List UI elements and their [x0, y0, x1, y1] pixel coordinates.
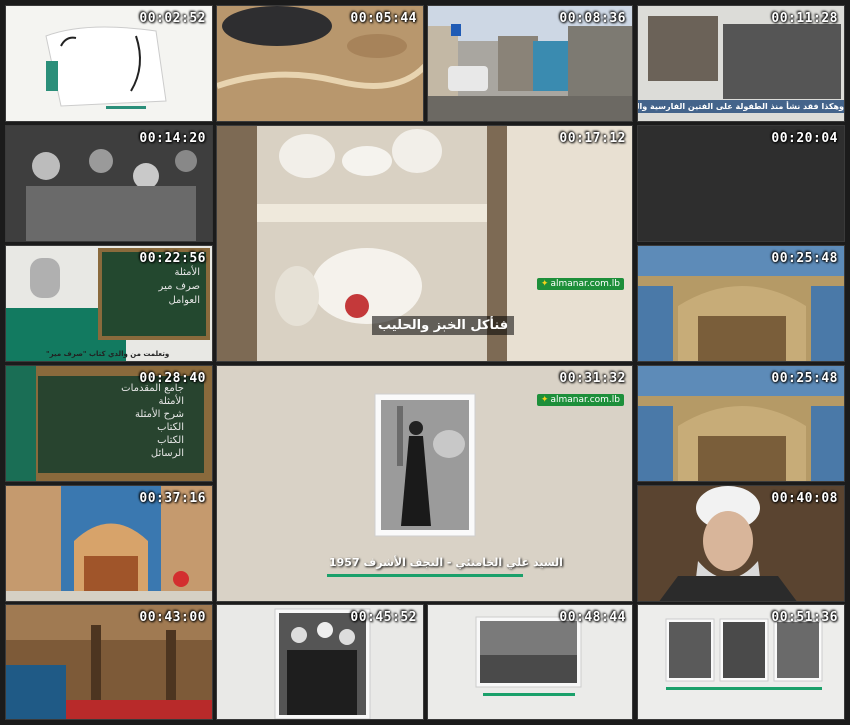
- thumbnail-5[interactable]: 00:14:20: [5, 125, 213, 242]
- timestamp: 00:05:44: [350, 11, 417, 26]
- chalkboard-line: الأمثلة: [158, 396, 184, 407]
- thumbnail-11[interactable]: ✦ almanar.com.lb السيد علي الخامنئي - الن…: [216, 365, 633, 602]
- microphone-icon: [30, 258, 60, 298]
- timestamp: 00:11:28: [771, 11, 838, 26]
- timestamp: 00:02:52: [139, 11, 206, 26]
- subtitle-caption: وتعلمت من والدي كتاب "صرف مير": [46, 350, 170, 358]
- green-cloth: [6, 366, 36, 481]
- thumbnail-3[interactable]: 00:08:36: [427, 5, 633, 122]
- thumbnail-14[interactable]: 00:40:08: [637, 485, 845, 602]
- channel-logo: ✦ almanar.com.lb: [536, 394, 624, 406]
- timestamp: 00:08:36: [559, 11, 626, 26]
- timestamp: 00:51:36: [771, 610, 838, 625]
- thumbnail-6[interactable]: ✦ almanar.com.lb فنأكل الخبز والحليب 00:1…: [216, 125, 633, 362]
- chalkboard-line: الأمثلة: [174, 267, 200, 278]
- timestamp: 00:45:52: [350, 610, 417, 625]
- timestamp: 00:48:44: [559, 610, 626, 625]
- chalkboard-line: شرح الأمثلة: [134, 409, 184, 420]
- chalkboard-line: الكتاب: [157, 435, 184, 446]
- channel-logo: ✦ almanar.com.lb: [536, 278, 624, 290]
- timestamp: 00:20:04: [771, 131, 838, 146]
- thumbnail-16[interactable]: 00:45:52: [216, 604, 424, 720]
- thumbnail-9[interactable]: 00:25:48: [637, 245, 845, 362]
- thumbnail-8[interactable]: الأمثلة صرف مير العوامل وتعلمت من والدي …: [5, 245, 213, 362]
- thumbnail-4[interactable]: وهكذا فقد نشأ منذ الطفولة على الفتين الف…: [637, 5, 845, 122]
- thumbnail-10[interactable]: جامع المقدمات الأمثلة شرح الأمثلة الكتاب…: [5, 365, 213, 482]
- timestamp: 00:37:16: [139, 491, 206, 506]
- thumbnail-7[interactable]: 00:20:04: [637, 125, 845, 242]
- thumbnail-1[interactable]: 00:02:52: [5, 5, 213, 122]
- chalkboard-line: الرسائل: [150, 448, 184, 459]
- archive-photo: [723, 24, 841, 99]
- thumbnail-17[interactable]: 00:48:44: [427, 604, 633, 720]
- subtitle-caption: وهكذا فقد نشأ منذ الطفولة على الفتين الف…: [637, 100, 844, 113]
- thumbnail-2[interactable]: 00:05:44: [216, 5, 424, 122]
- timestamp: 00:31:32: [559, 371, 626, 386]
- timestamp: 00:28:40: [139, 371, 206, 386]
- chalkboard-line: العوامل: [168, 295, 200, 306]
- subtitle-caption: السيد علي الخامنئي - النجف الأشرف 1957: [329, 556, 563, 569]
- timestamp: 00:17:12: [559, 131, 626, 146]
- thumbnail-13[interactable]: 00:37:16: [5, 485, 213, 602]
- portrait-photo: [648, 16, 718, 81]
- chalkboard: جامع المقدمات الأمثلة شرح الأمثلة الكتاب…: [34, 372, 208, 477]
- chalkboard-line: صرف مير: [158, 281, 200, 292]
- timestamp: 00:25:48: [771, 251, 838, 266]
- chalkboard-line: الكتاب: [157, 422, 184, 433]
- timestamp: 00:43:00: [139, 610, 206, 625]
- thumbnail-12[interactable]: 00:25:48: [637, 365, 845, 482]
- thumbnail-18[interactable]: 00:51:36: [637, 604, 845, 720]
- timestamp: 00:25:48: [771, 371, 838, 386]
- timestamp: 00:40:08: [771, 491, 838, 506]
- thumbnail-15[interactable]: 00:43:00: [5, 604, 213, 720]
- timestamp: 00:14:20: [139, 131, 206, 146]
- subtitle-caption: فنأكل الخبز والحليب: [372, 316, 515, 335]
- timestamp: 00:22:56: [139, 251, 206, 266]
